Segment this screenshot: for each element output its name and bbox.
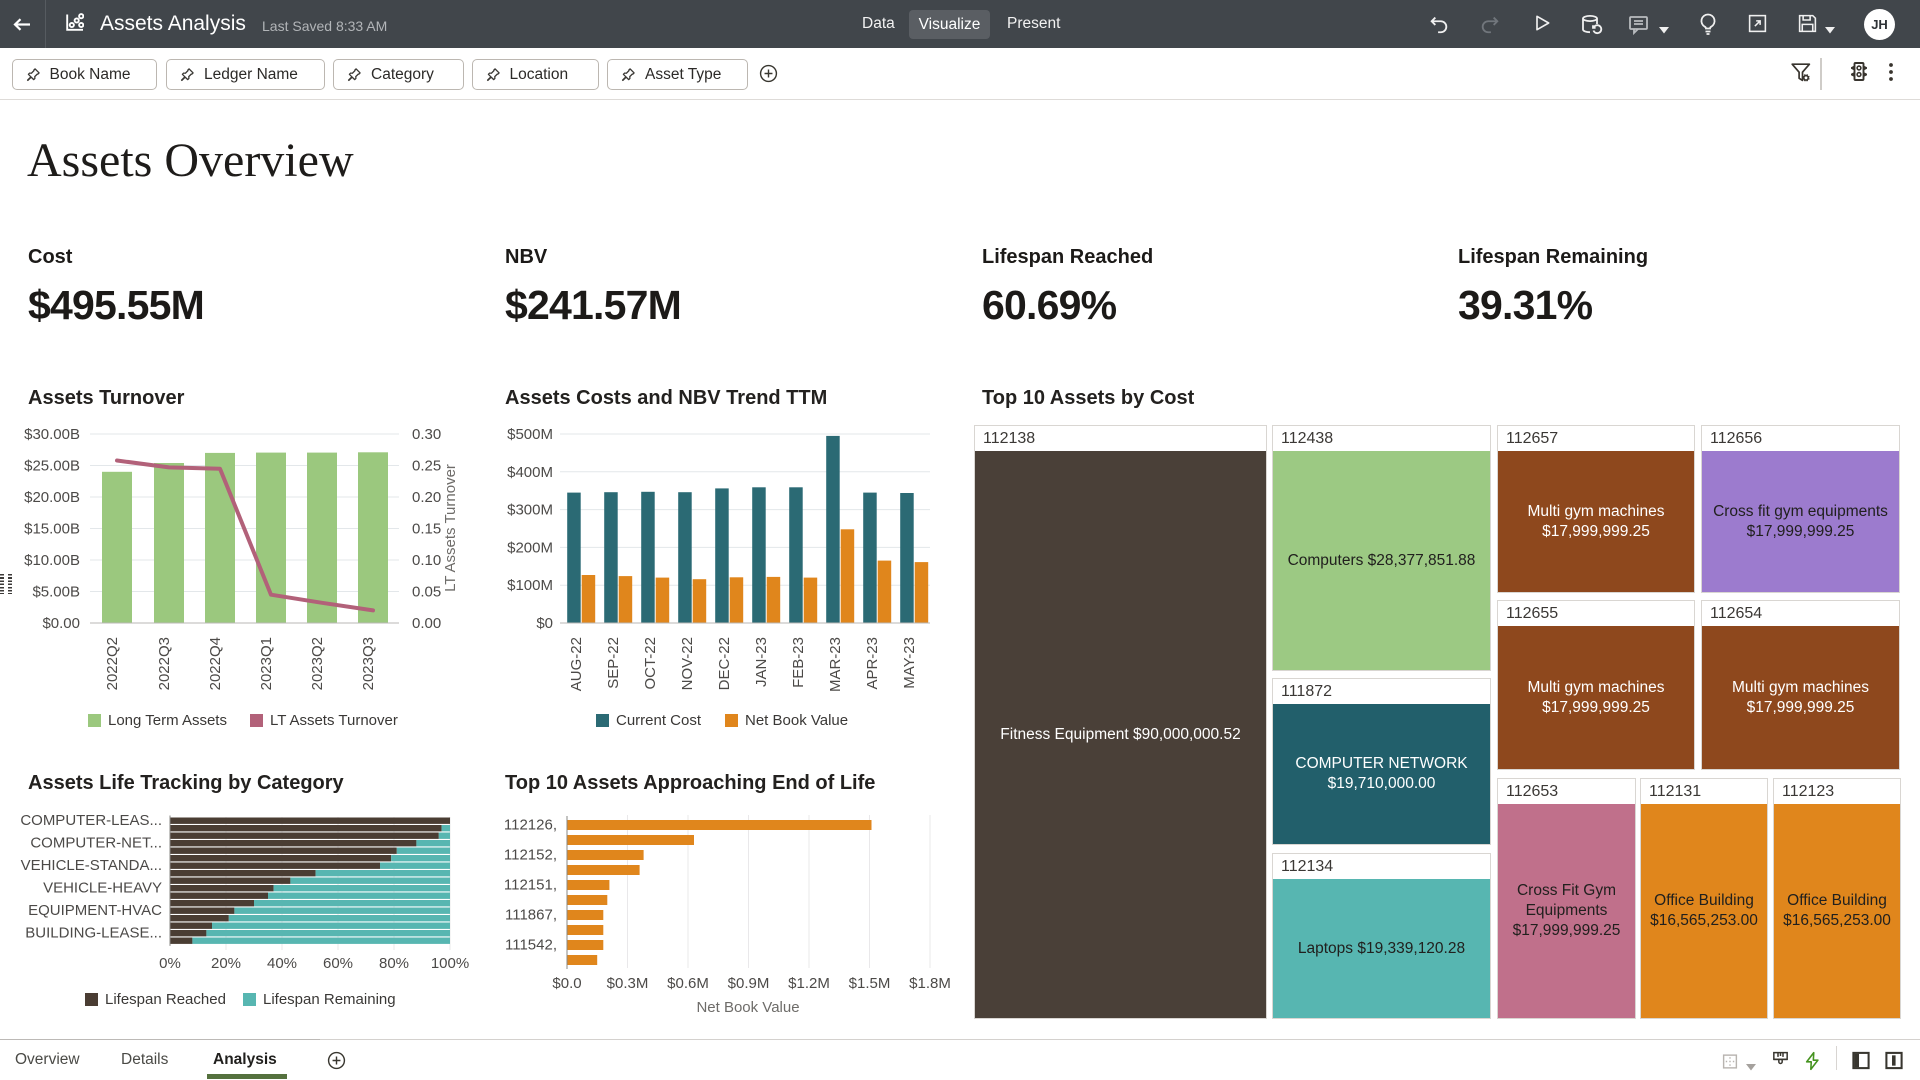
svg-text:Lifespan Reached: Lifespan Reached — [105, 991, 226, 1008]
svg-text:111867,: 111867, — [505, 907, 557, 924]
svg-text:0.15: 0.15 — [412, 521, 441, 538]
svg-text:Long Term Assets: Long Term Assets — [108, 712, 227, 729]
svg-text:2022Q2: 2022Q2 — [104, 637, 121, 690]
svg-text:Lifespan Remaining: Lifespan Remaining — [263, 991, 396, 1008]
svg-text:BUILDING-LEASE...: BUILDING-LEASE... — [25, 925, 162, 942]
svg-text:Current Cost: Current Cost — [616, 712, 702, 729]
svg-text:AUG-22: AUG-22 — [568, 637, 585, 691]
svg-text:FEB-23: FEB-23 — [790, 637, 807, 688]
svg-text:$200M: $200M — [507, 539, 553, 556]
svg-text:0.30: 0.30 — [412, 426, 441, 443]
svg-text:VEHICLE-STANDA...: VEHICLE-STANDA... — [21, 857, 162, 874]
svg-text:$1.8M: $1.8M — [909, 975, 951, 992]
svg-text:2023Q2: 2023Q2 — [309, 637, 326, 690]
svg-text:LT Assets Turnover: LT Assets Turnover — [442, 464, 459, 592]
svg-text:$25.00B: $25.00B — [24, 458, 80, 475]
svg-text:MAR-23: MAR-23 — [827, 637, 844, 692]
svg-text:DEC-22: DEC-22 — [716, 637, 733, 690]
svg-text:SEP-22: SEP-22 — [605, 637, 622, 689]
svg-text:VEHICLE-HEAVY: VEHICLE-HEAVY — [43, 880, 162, 897]
svg-text:2023Q1: 2023Q1 — [258, 637, 275, 690]
svg-text:$30.00B: $30.00B — [24, 426, 80, 443]
svg-text:$0.6M: $0.6M — [667, 975, 709, 992]
svg-text:2022Q4: 2022Q4 — [207, 637, 224, 690]
svg-text:MAY-23: MAY-23 — [901, 637, 918, 689]
svg-text:111542,: 111542, — [505, 937, 557, 954]
svg-text:$0.3M: $0.3M — [607, 975, 649, 992]
svg-text:0.00: 0.00 — [412, 615, 441, 632]
svg-text:$500M: $500M — [507, 426, 553, 443]
svg-text:$1.2M: $1.2M — [788, 975, 830, 992]
svg-text:$20.00B: $20.00B — [24, 489, 80, 506]
svg-text:$0.9M: $0.9M — [728, 975, 770, 992]
svg-text:80%: 80% — [379, 955, 409, 972]
svg-text:0%: 0% — [159, 955, 181, 972]
svg-text:40%: 40% — [267, 955, 297, 972]
svg-text:JAN-23: JAN-23 — [753, 637, 770, 687]
svg-text:OCT-22: OCT-22 — [642, 637, 659, 690]
svg-text:0.20: 0.20 — [412, 489, 441, 506]
svg-text:$400M: $400M — [507, 464, 553, 481]
svg-text:$1.5M: $1.5M — [849, 975, 891, 992]
svg-text:COMPUTER-NET...: COMPUTER-NET... — [30, 835, 162, 852]
svg-text:$15.00B: $15.00B — [24, 521, 80, 538]
svg-text:$10.00B: $10.00B — [24, 552, 80, 569]
svg-text:$0.00: $0.00 — [42, 615, 80, 632]
svg-text:$0: $0 — [536, 615, 553, 632]
svg-text:0.05: 0.05 — [412, 584, 441, 601]
svg-text:20%: 20% — [211, 955, 241, 972]
svg-text:0.25: 0.25 — [412, 458, 441, 475]
svg-text:2022Q3: 2022Q3 — [156, 637, 173, 690]
svg-text:COMPUTER-LEAS...: COMPUTER-LEAS... — [20, 812, 162, 829]
svg-text:60%: 60% — [323, 955, 353, 972]
svg-text:NOV-22: NOV-22 — [679, 637, 696, 690]
svg-text:112152,: 112152, — [504, 847, 557, 864]
svg-text:$100M: $100M — [507, 577, 553, 594]
svg-text:EQUIPMENT-HVAC: EQUIPMENT-HVAC — [28, 902, 162, 919]
svg-text:112151,: 112151, — [504, 877, 557, 894]
svg-text:112126,: 112126, — [504, 817, 557, 834]
svg-text:0.10: 0.10 — [412, 552, 441, 569]
svg-text:2023Q3: 2023Q3 — [360, 637, 377, 690]
svg-text:Net Book Value: Net Book Value — [745, 712, 848, 729]
svg-text:100%: 100% — [431, 955, 469, 972]
svg-text:$0.0: $0.0 — [552, 975, 581, 992]
svg-text:LT Assets Turnover: LT Assets Turnover — [270, 712, 398, 729]
svg-text:APR-23: APR-23 — [864, 637, 881, 690]
svg-text:$5.00B: $5.00B — [32, 584, 80, 601]
svg-text:Net Book Value: Net Book Value — [696, 999, 799, 1016]
svg-text:$300M: $300M — [507, 502, 553, 519]
